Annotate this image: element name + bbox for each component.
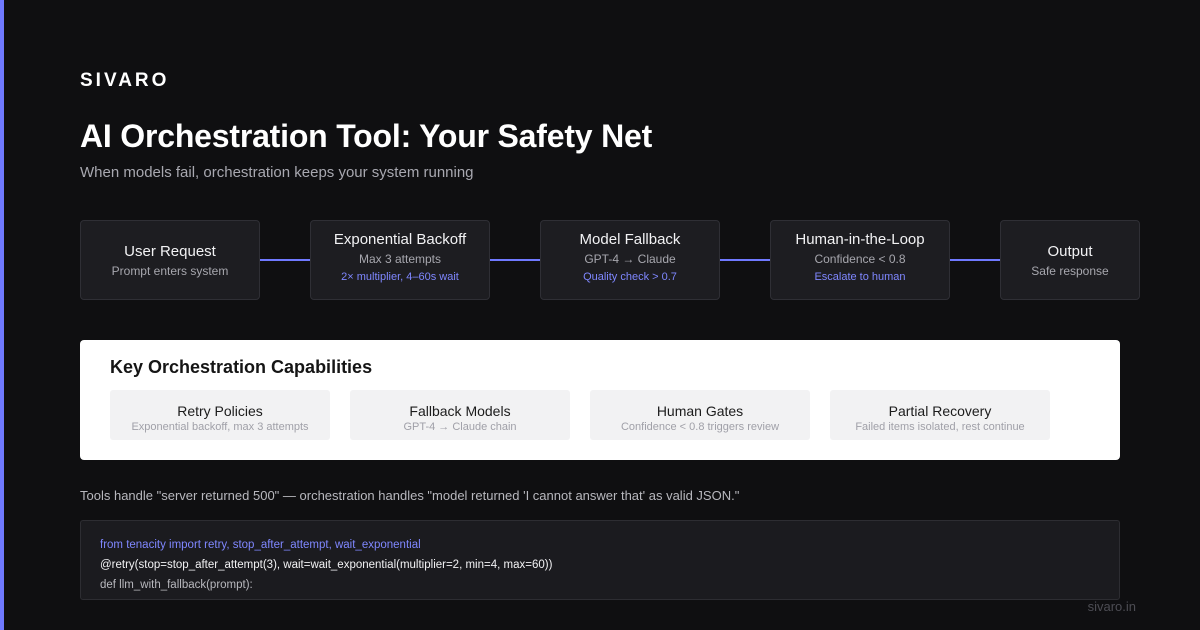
capability-description: Failed items isolated, rest continue (855, 421, 1025, 433)
flow-node-subtitle: GPT-4 → Claude (584, 252, 676, 266)
flow-connector (260, 259, 310, 261)
capability-card-partial-recovery: Partial Recovery Failed items isolated, … (830, 390, 1050, 440)
capability-title: Human Gates (656, 403, 744, 419)
capabilities-title: Key Orchestration Capabilities (110, 357, 373, 377)
capability-description: Confidence < 0.8 triggers review (620, 421, 780, 433)
flow-node-note: 2× multiplier, 4–60s wait (341, 271, 459, 283)
footer-domain: sivaro.in (1087, 599, 1136, 614)
flow-node-subtitle: Prompt enters system (111, 264, 229, 278)
orchestration-quote: Tools handle "server returned 500" — orc… (80, 488, 740, 503)
flow-node-note: Escalate to human (814, 271, 906, 283)
flow-node-exponential-backoff: Exponential Backoff Max 3 attempts 2× mu… (310, 220, 490, 300)
code-snippet: from tenacity import retry, stop_after_a… (80, 520, 1120, 600)
capability-description: GPT-4 → Claude chain (403, 421, 517, 433)
flow-node-human-in-the-loop: Human-in-the-Loop Confidence < 0.8 Escal… (770, 220, 950, 300)
capabilities-panel: Key Orchestration Capabilities Retry Pol… (80, 340, 1120, 460)
flow-node-note: Quality check > 0.7 (583, 271, 677, 283)
flow-connector (720, 259, 770, 261)
orchestration-flow: User Request Prompt enters system Expone… (80, 220, 1140, 300)
capability-title: Retry Policies (177, 403, 263, 419)
left-accent-bar (0, 0, 4, 630)
brand-logo-text: SIVARO (80, 70, 170, 91)
flow-node-title: User Request (124, 243, 216, 260)
capability-card-fallback-models: Fallback Models GPT-4 → Claude chain (350, 390, 570, 440)
flow-node-title: Exponential Backoff (333, 231, 467, 248)
capability-description: Exponential backoff, max 3 attempts (131, 421, 309, 433)
flow-node-subtitle: Max 3 attempts (358, 252, 442, 266)
flow-node-title: Model Fallback (579, 231, 681, 248)
flow-node-title: Output (1047, 243, 1093, 260)
capability-card-human-gates: Human Gates Confidence < 0.8 triggers re… (590, 390, 810, 440)
flow-connector (490, 259, 540, 261)
code-import-line: from tenacity import retry, stop_after_a… (100, 539, 421, 551)
code-function-line: def llm_with_fallback(prompt): (100, 579, 253, 591)
flow-node-title: Human-in-the-Loop (795, 231, 925, 248)
flow-node-subtitle: Confidence < 0.8 (814, 252, 906, 266)
capability-card-retry-policies: Retry Policies Exponential backoff, max … (110, 390, 330, 440)
page-title: AI Orchestration Tool: Your Safety Net (80, 118, 653, 154)
flow-connector (950, 259, 1000, 261)
code-decorator-line: @retry(stop=stop_after_attempt(3), wait=… (100, 559, 553, 571)
page-subtitle: When models fail, orchestration keeps yo… (80, 164, 474, 181)
flow-node-model-fallback: Model Fallback GPT-4 → Claude Quality ch… (540, 220, 720, 300)
flow-node-user-request: User Request Prompt enters system (80, 220, 260, 300)
flow-node-subtitle: Safe response (1031, 264, 1109, 278)
capability-title: Partial Recovery (888, 403, 992, 419)
flow-node-output: Output Safe response (1000, 220, 1140, 300)
capability-title: Fallback Models (409, 403, 511, 419)
slide-page: SIVARO AI Orchestration Tool: Your Safet… (0, 0, 1200, 630)
